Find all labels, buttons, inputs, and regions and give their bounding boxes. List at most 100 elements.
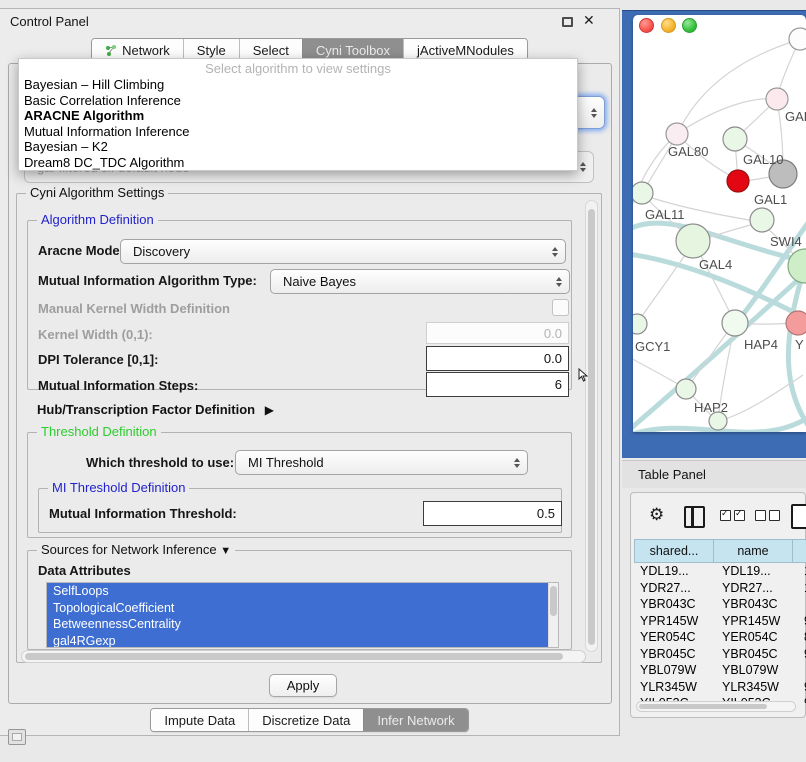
combo-arrows-icon: [552, 247, 558, 257]
zoom-traffic-light-icon[interactable]: [682, 18, 697, 33]
aracne-mode-combo[interactable]: Discovery: [120, 239, 566, 264]
network-node-gal11[interactable]: [633, 182, 653, 204]
table-cell[interactable]: YER054C: [634, 629, 716, 646]
table-hscrollbar-thumb[interactable]: [639, 704, 767, 709]
mouse-cursor: [578, 368, 588, 382]
table-cell[interactable]: YBR043C: [716, 596, 798, 613]
table-cell[interactable]: YBL079W: [634, 662, 716, 679]
data-attribute-item[interactable]: TopologicalCoefficient: [47, 600, 558, 617]
mi-threshold-field[interactable]: 0.5: [423, 501, 562, 526]
algorithm-option[interactable]: Bayesian – Hill Climbing: [19, 77, 577, 93]
table-cell[interactable]: 9.: [798, 679, 806, 696]
table-cell[interactable]: YER054C: [716, 629, 798, 646]
which-threshold-combo[interactable]: MI Threshold: [235, 450, 528, 475]
network-node-gal1[interactable]: [727, 170, 749, 192]
columns-icon[interactable]: [684, 506, 705, 528]
combo-arrows-icon: [591, 108, 597, 118]
table-row[interactable]: YLR345WYLR345W9.: [634, 679, 806, 696]
network-canvas[interactable]: GALGAL80GAL10GAL1GAL11SWI4GAL4GCY1YHAP4H…: [633, 15, 806, 432]
settings-vscrollbar-thumb[interactable]: [588, 209, 595, 645]
table-cell[interactable]: 9.: [798, 646, 806, 663]
select-all-checks-icon[interactable]: [720, 510, 745, 521]
network-node-hap4[interactable]: [722, 310, 748, 336]
restore-panel-icon[interactable]: [8, 729, 26, 745]
table-row[interactable]: YDL19...YDL19...13: [634, 563, 806, 580]
list-vscrollbar-thumb[interactable]: [550, 586, 557, 616]
table-cell[interactable]: 9.: [798, 695, 806, 703]
table-cell[interactable]: YLR345W: [634, 679, 716, 696]
table-row[interactable]: YBR045CYBR045C9.: [634, 646, 806, 663]
algorithm-option[interactable]: ARACNE Algorithm: [19, 108, 577, 124]
algorithm-option[interactable]: Mutual Information Inference: [19, 124, 577, 140]
table-cell[interactable]: YPR145W: [716, 613, 798, 630]
network-node-gal80[interactable]: [666, 123, 688, 145]
table-cell[interactable]: [798, 662, 806, 679]
hub-definition-expander[interactable]: Hub/Transcription Factor Definition ▶: [37, 402, 274, 417]
minimize-traffic-light-icon[interactable]: [661, 18, 676, 33]
network-node-hap2[interactable]: [676, 379, 696, 399]
settings-hscrollbar[interactable]: [21, 650, 586, 663]
network-node-y[interactable]: [786, 311, 806, 335]
which-threshold-label: Which threshold to use:: [86, 455, 234, 470]
table-row[interactable]: YER054CYER054C8.: [634, 629, 806, 646]
network-node[interactable]: [789, 28, 806, 50]
algorithm-option[interactable]: Bayesian – K2: [19, 139, 577, 155]
table-cell[interactable]: YDL19...: [716, 563, 798, 580]
column-header[interactable]: shared...: [635, 540, 714, 563]
network-node-gal10[interactable]: [723, 127, 747, 151]
table-hscrollbar[interactable]: [636, 701, 796, 712]
mi-steps-field[interactable]: 6: [426, 372, 569, 397]
table-cell[interactable]: YBR045C: [716, 646, 798, 663]
data-attribute-item[interactable]: SelfLoops: [47, 583, 558, 600]
gear-icon[interactable]: ⚙: [649, 506, 664, 523]
manual-kernel-checkbox[interactable]: [552, 299, 569, 316]
float-window-icon[interactable]: [562, 17, 573, 27]
algorithm-option[interactable]: Dream8 DC_TDC Algorithm: [19, 155, 577, 171]
column-header[interactable]: A: [793, 540, 806, 563]
collapse-arrow-icon[interactable]: ▼: [220, 545, 231, 557]
settings-hscrollbar-thumb[interactable]: [25, 653, 563, 660]
table-row[interactable]: YDR27...YDR27...12: [634, 580, 806, 597]
table-cell[interactable]: YBR045C: [634, 646, 716, 663]
table-cell[interactable]: YDR27...: [634, 580, 716, 597]
tab-infer-network[interactable]: Infer Network: [363, 709, 467, 731]
algorithm-options-list: Bayesian – Hill ClimbingBasic Correlatio…: [19, 77, 577, 170]
network-node-gal[interactable]: [766, 88, 788, 110]
column-header[interactable]: name: [714, 540, 793, 563]
deselect-all-checks-icon[interactable]: [755, 510, 780, 521]
table-cell[interactable]: YBR043C: [634, 596, 716, 613]
mi-type-combo[interactable]: Naive Bayes: [270, 269, 570, 294]
table-cell[interactable]: YPR145W: [634, 613, 716, 630]
table-row[interactable]: YBL079WYBL079W: [634, 662, 806, 679]
dpi-tolerance-field[interactable]: 0.0: [426, 346, 569, 371]
network-view-frame: GALGAL80GAL10GAL1GAL11SWI4GAL4GCY1YHAP4H…: [622, 10, 806, 458]
apply-button[interactable]: Apply: [269, 674, 337, 697]
table-cell[interactable]: 12: [798, 580, 806, 597]
table-cell[interactable]: YDR27...: [716, 580, 798, 597]
settings-vscrollbar[interactable]: [585, 200, 598, 652]
file-icon[interactable]: [791, 504, 806, 529]
network-node[interactable]: [788, 249, 806, 283]
network-view-window[interactable]: GALGAL80GAL10GAL1GAL11SWI4GAL4GCY1YHAP4H…: [633, 15, 806, 432]
table-row[interactable]: YPR145WYPR145W9.: [634, 613, 806, 630]
table-cell[interactable]: 8.: [798, 629, 806, 646]
table-cell[interactable]: 13: [798, 563, 806, 580]
table-cell[interactable]: YBL079W: [716, 662, 798, 679]
close-icon[interactable]: ✕: [583, 12, 595, 29]
close-traffic-light-icon[interactable]: [639, 18, 654, 33]
network-node-swi4[interactable]: [750, 208, 774, 232]
table-row[interactable]: YBR043CYBR043C: [634, 596, 806, 613]
tab-discretize-data[interactable]: Discretize Data: [248, 709, 363, 731]
table-cell[interactable]: [798, 596, 806, 613]
data-attribute-item[interactable]: BetweennessCentrality: [47, 616, 558, 633]
algorithm-option[interactable]: Basic Correlation Inference: [19, 93, 577, 109]
network-node-gcy1[interactable]: [633, 314, 647, 334]
list-vscrollbar[interactable]: [548, 583, 558, 647]
data-attribute-item[interactable]: gal4RGexp: [47, 633, 558, 649]
table-cell[interactable]: 9.: [798, 613, 806, 630]
tab-impute-data[interactable]: Impute Data: [151, 709, 248, 731]
network-node-gal4[interactable]: [676, 224, 710, 258]
table-cell[interactable]: YLR345W: [716, 679, 798, 696]
kernel-width-field[interactable]: 0.0: [426, 322, 569, 344]
table-cell[interactable]: YDL19...: [634, 563, 716, 580]
